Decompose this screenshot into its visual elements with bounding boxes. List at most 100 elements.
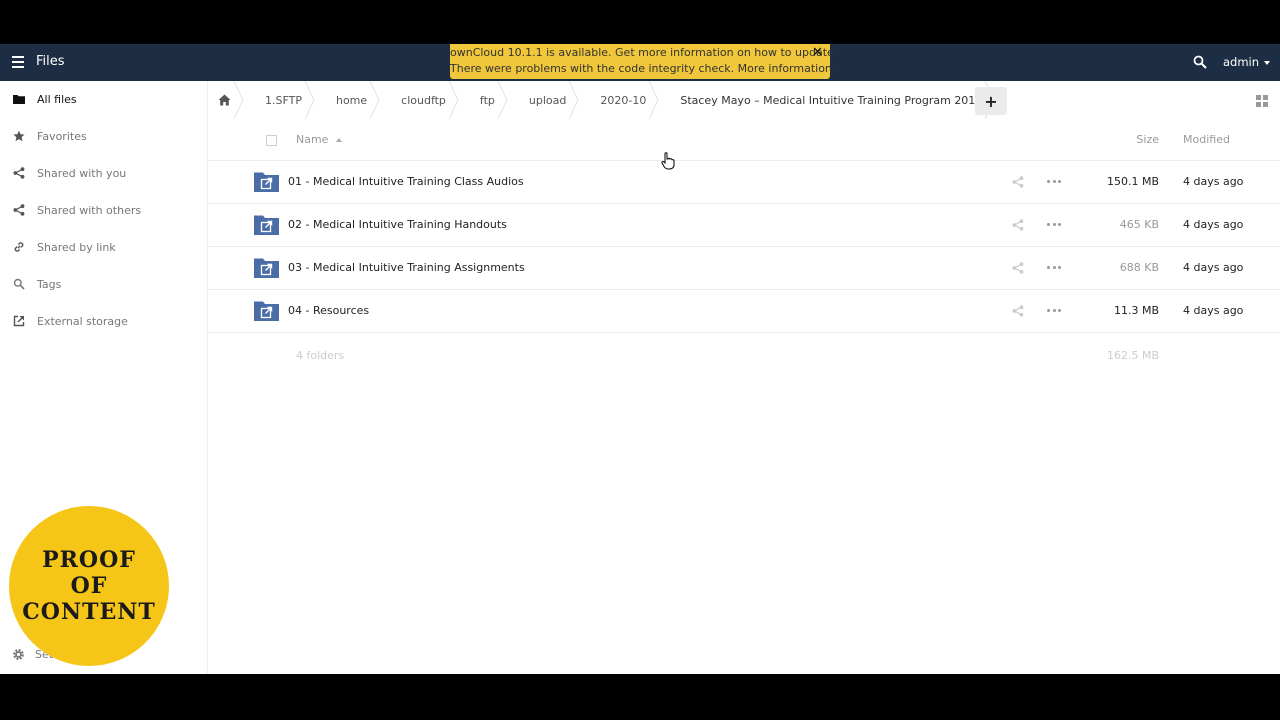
top-header: Files ownCloud 10.1.1 is available. Get … bbox=[0, 44, 1280, 81]
proof-of-content-watermark: PROOF OF CONTENT bbox=[9, 506, 169, 666]
watermark-line: CONTENT bbox=[22, 599, 156, 625]
share-icon[interactable] bbox=[1012, 305, 1024, 317]
gear-icon bbox=[12, 648, 25, 661]
share-icon[interactable] bbox=[1012, 262, 1024, 274]
sidebar-item-label: Shared with you bbox=[37, 166, 127, 180]
file-modified: 4 days ago bbox=[1183, 304, 1244, 317]
sort-ascending-icon bbox=[336, 138, 343, 142]
share-icon bbox=[12, 204, 25, 217]
sidebar-item-tags[interactable]: Tags bbox=[0, 266, 208, 302]
user-name: admin bbox=[1223, 55, 1260, 69]
notification-close-button[interactable]: ✕ bbox=[812, 45, 823, 61]
breadcrumb-item-2020-10[interactable]: 2020-10 bbox=[580, 81, 660, 119]
file-size: 688 KB bbox=[1119, 261, 1159, 274]
breadcrumb-separator bbox=[497, 81, 508, 119]
breadcrumb-label: Stacey Mayo – Medical Intuitive Training… bbox=[680, 93, 983, 107]
breadcrumb-separator bbox=[568, 81, 579, 119]
breadcrumb-label: upload bbox=[528, 93, 567, 107]
summary-count: 4 folders bbox=[296, 349, 345, 362]
file-name[interactable]: 04 - Resources bbox=[288, 304, 369, 317]
file-name[interactable]: 02 - Medical Intuitive Training Handouts bbox=[288, 218, 507, 231]
breadcrumb-item-cloudftp[interactable]: cloudftp bbox=[381, 81, 460, 119]
sidebar-item-external-storage[interactable]: External storage bbox=[0, 303, 208, 339]
breadcrumb-home[interactable] bbox=[208, 81, 245, 119]
shared-folder-icon bbox=[254, 258, 279, 278]
breadcrumb-item-current-folder[interactable]: Stacey Mayo – Medical Intuitive Training… bbox=[660, 81, 996, 119]
share-icon bbox=[12, 167, 25, 180]
breadcrumb-label: 1.SFTP bbox=[265, 93, 302, 107]
summary-total-size: 162.5 MB bbox=[1106, 349, 1159, 362]
file-modified: 4 days ago bbox=[1183, 218, 1244, 231]
sidebar-item-shared-with-others[interactable]: Shared with others bbox=[0, 192, 208, 228]
shared-folder-icon bbox=[254, 301, 279, 321]
breadcrumb-item-upload[interactable]: upload bbox=[509, 81, 580, 119]
share-icon[interactable] bbox=[1012, 219, 1024, 231]
file-size: 11.3 MB bbox=[1113, 304, 1159, 317]
select-all-checkbox[interactable] bbox=[266, 135, 277, 146]
new-item-button[interactable]: + bbox=[975, 87, 1007, 115]
owncloud-app: Files ownCloud 10.1.1 is available. Get … bbox=[0, 44, 1280, 674]
breadcrumb-separator bbox=[648, 81, 659, 119]
file-summary: 4 folders 162.5 MB bbox=[208, 349, 1280, 369]
breadcrumb-label: home bbox=[335, 93, 368, 107]
watermark-line: PROOF bbox=[42, 547, 136, 573]
letterbox-bottom bbox=[0, 674, 1280, 720]
folder-icon bbox=[12, 93, 25, 106]
shared-folder-icon bbox=[254, 215, 279, 235]
search-icon[interactable] bbox=[1193, 55, 1207, 69]
sidebar-item-favorites[interactable]: Favorites bbox=[0, 118, 208, 154]
column-header-size[interactable]: Size bbox=[1136, 133, 1159, 146]
table-row[interactable]: 01 - Medical Intuitive Training Class Au… bbox=[208, 161, 1280, 204]
grid-view-icon[interactable] bbox=[1256, 95, 1268, 107]
app-title: Files bbox=[36, 54, 65, 69]
more-actions-icon[interactable] bbox=[1047, 180, 1061, 184]
sidebar-item-shared-with-you[interactable]: Shared with you bbox=[0, 155, 208, 191]
breadcrumb-separator bbox=[233, 81, 244, 119]
breadcrumb-item-ftp[interactable]: ftp bbox=[460, 81, 509, 119]
letterbox-top bbox=[0, 0, 1280, 44]
breadcrumb-label: 2020-10 bbox=[600, 93, 647, 107]
user-menu[interactable]: admin bbox=[1223, 55, 1271, 69]
breadcrumb-item-home[interactable]: home bbox=[316, 81, 381, 119]
file-name[interactable]: 01 - Medical Intuitive Training Class Au… bbox=[288, 175, 524, 188]
column-name-label: Name bbox=[296, 133, 329, 146]
breadcrumb: 1.SFTP home cloudftp ftp upload 2020-10 … bbox=[208, 81, 996, 119]
notification-line-update[interactable]: ownCloud 10.1.1 is available. Get more i… bbox=[450, 45, 837, 61]
breadcrumb-label: cloudftp bbox=[401, 93, 446, 107]
sidebar-item-label: Favorites bbox=[37, 129, 87, 143]
breadcrumb-label: ftp bbox=[479, 93, 495, 107]
caret-down-icon bbox=[1264, 60, 1271, 65]
link-icon bbox=[12, 241, 25, 254]
column-header-modified[interactable]: Modified bbox=[1183, 133, 1230, 146]
hand-cursor-icon bbox=[661, 152, 675, 170]
sidebar-item-label: All files bbox=[37, 92, 77, 106]
more-actions-icon[interactable] bbox=[1047, 266, 1061, 270]
breadcrumb-separator bbox=[448, 81, 459, 119]
file-name[interactable]: 03 - Medical Intuitive Training Assignme… bbox=[288, 261, 525, 274]
share-icon[interactable] bbox=[1012, 176, 1024, 188]
table-row[interactable]: 02 - Medical Intuitive Training Handouts… bbox=[208, 204, 1280, 247]
sidebar-item-shared-by-link[interactable]: Shared by link bbox=[0, 229, 208, 265]
sidebar-item-label: Shared by link bbox=[37, 240, 116, 254]
table-row[interactable]: 04 - Resources 11.3 MB 4 days ago bbox=[208, 290, 1280, 333]
more-actions-icon[interactable] bbox=[1047, 309, 1061, 313]
hamburger-menu-icon[interactable] bbox=[12, 56, 24, 68]
file-table-header: Name Size Modified bbox=[208, 121, 1280, 161]
sidebar-item-label: Shared with others bbox=[37, 203, 142, 217]
tag-search-icon bbox=[12, 278, 25, 291]
notification-line-integrity[interactable]: There were problems with the code integr… bbox=[450, 61, 843, 77]
sidebar-item-label: External storage bbox=[37, 314, 128, 328]
breadcrumb-separator bbox=[369, 81, 380, 119]
sidebar-item-all-files[interactable]: All files bbox=[0, 81, 208, 117]
more-actions-icon[interactable] bbox=[1047, 223, 1061, 227]
column-header-name[interactable]: Name bbox=[296, 133, 343, 146]
home-icon bbox=[218, 94, 231, 106]
file-size: 465 KB bbox=[1119, 218, 1159, 231]
table-row[interactable]: 03 - Medical Intuitive Training Assignme… bbox=[208, 247, 1280, 290]
shared-folder-icon bbox=[254, 172, 279, 192]
breadcrumb-item-1sftp[interactable]: 1.SFTP bbox=[245, 81, 316, 119]
file-modified: 4 days ago bbox=[1183, 261, 1244, 274]
file-modified: 4 days ago bbox=[1183, 175, 1244, 188]
file-size: 150.1 MB bbox=[1106, 175, 1159, 188]
external-link-icon bbox=[12, 315, 25, 328]
